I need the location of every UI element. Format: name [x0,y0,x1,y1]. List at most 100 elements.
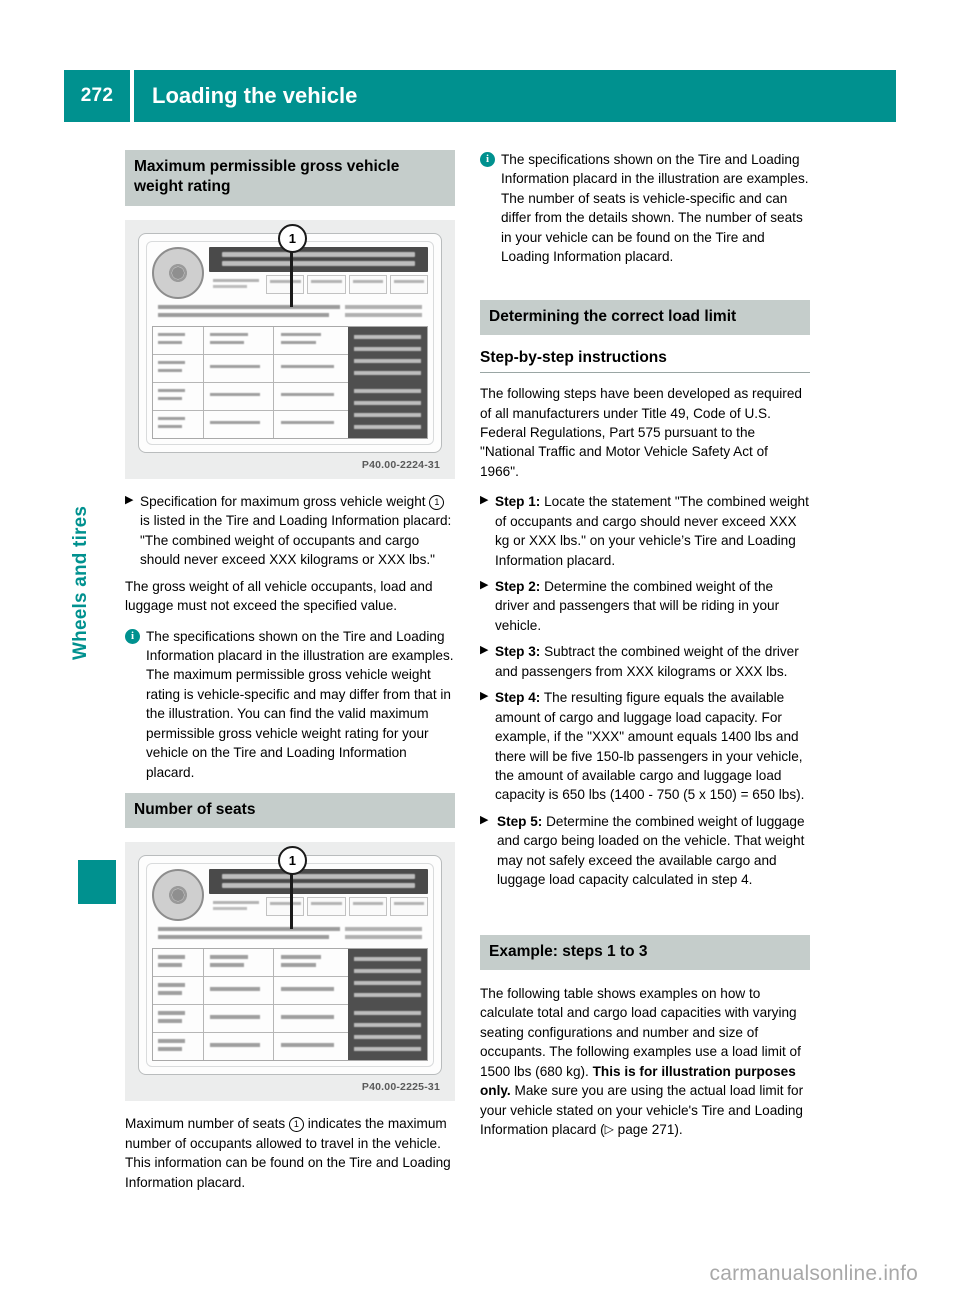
callout-leader-line [290,248,293,307]
table-cell [274,1033,347,1060]
placard-text-line [157,304,340,309]
table-cell [274,977,347,1004]
step-label: Step 4: [495,690,541,706]
placard-text-line [270,279,301,283]
tire-loading-information-placard: 1 [138,223,442,453]
step-label: Step 1: [495,494,541,510]
placard-capacity-label [209,897,263,916]
table-row [153,326,348,355]
step-text: Subtract the combined weight of the driv… [495,644,799,679]
table-cell [153,1005,205,1033]
bullet-triangle-icon: ▶ [480,644,489,657]
manual-page: 272 Loading the vehicle Wheels and tires… [0,0,960,1302]
placard-table-body [153,326,348,438]
table-cell [153,354,205,382]
cross-reference-icon[interactable]: ▷ [605,1122,614,1136]
bullet-triangle-icon: ▶ [125,493,134,506]
table-row [153,410,348,438]
placard-text-line [213,907,247,911]
table-row [153,1005,348,1034]
placard-capacity-label [209,275,263,294]
chapter-side-label: Wheels and tires [70,505,91,660]
placard-value-line [345,927,423,932]
figure-tire-placard-seats: 1 P40.00-2225-31 [125,842,455,1102]
placard-text-line [352,279,383,283]
table-row [153,354,348,383]
placard-text-line [270,902,301,906]
table-cell [153,949,205,977]
placard-title-line-en [222,251,415,257]
step-label: Step 2: [495,579,541,595]
table-cell [204,977,275,1005]
table-cell [153,1033,205,1061]
table-row [153,949,348,978]
info-icon: i [125,628,140,644]
bullet-triangle-icon: ▶ [480,494,489,507]
table-cell [204,326,275,354]
figure-caption: P40.00-2225-31 [361,1081,440,1094]
placard-capacity-rear [389,897,429,917]
table-cell [274,383,347,410]
chapter-side-marker [78,860,116,904]
callout-leader-line [290,871,293,930]
step-text: Determine the combined weight of luggage… [497,813,805,888]
table-cell [274,327,347,354]
cross-reference-link[interactable]: page 271 [614,1122,675,1137]
bullet-step-2: ▶ Step 2: Determine the combined weight o… [480,577,810,635]
placard-title-line-fr [222,260,415,266]
placard-text-line [213,284,247,288]
paragraph-regulations: The following steps have been developed … [480,386,802,479]
bullet-text-a: Specification for maximum gross vehicle … [140,493,430,509]
placard-text-line [157,312,329,317]
placard-text-line [157,935,329,940]
bullet-triangle-icon: ▶ [480,690,489,703]
placard-capacity-total [266,897,305,917]
placard-owners-manual-note [347,326,427,438]
paragraph-text-a: Maximum number of seats [125,1116,289,1132]
callout-reference-1: 1 [429,494,445,510]
placard-text-line [311,902,342,906]
callout-reference-1: 1 [288,1117,304,1133]
placard-title-band [209,869,428,895]
placard-text-line [311,279,342,283]
note-number-of-seats-examples: i The specifications shown on the Tire an… [480,150,810,267]
placard-text-line [213,901,259,905]
placard-owners-manual-note [347,949,427,1061]
note-text: The specifications shown on the Tire and… [501,152,809,265]
page-header: 272 Loading the vehicle [64,70,896,122]
section-heading-number-of-seats: Number of seats [125,793,455,829]
wheel-icon [152,869,204,922]
placard-table-body [153,949,348,1061]
placard-title-line-fr [222,883,415,889]
table-cell [153,326,205,354]
placard-title-line-en [222,874,415,880]
table-cell [204,382,275,410]
table-cell [274,355,347,382]
placard-tire-table [152,325,428,439]
step-label: Step 3: [495,644,541,660]
step-label: Step 5: [497,813,543,829]
table-cell [204,410,275,438]
table-cell [153,977,205,1005]
table-cell [204,354,275,382]
table-cell [204,1033,275,1061]
placard-capacity-middle [348,897,387,917]
placard-value-line [345,312,423,317]
bullet-step-4: ▶ Step 4: The resulting figure equals the… [480,688,810,805]
placard-text-line [352,902,383,906]
paragraph-gross-weight: The gross weight of all vehicle occupant… [125,578,433,614]
tire-loading-information-placard: 1 [138,846,442,1076]
step-text: Locate the statement "The combined weigh… [495,494,809,568]
table-cell [204,949,275,977]
figure-caption: P40.00-2224-31 [361,458,440,471]
table-cell [274,949,347,976]
table-row [153,977,348,1006]
page-title: Loading the vehicle [134,70,896,122]
table-cell [153,382,205,410]
watermark: carmanualsonline.info [709,1262,918,1285]
note-text: The specifications shown on the Tire and… [146,628,454,780]
bullet-triangle-icon: ▶ [480,813,489,826]
paragraph-text-c: ). [674,1122,683,1138]
bullet-step-3: ▶ Step 3: Subtract the combined weight of… [480,642,810,681]
left-column: Maximum permissible gross vehicle weight… [125,150,455,1203]
